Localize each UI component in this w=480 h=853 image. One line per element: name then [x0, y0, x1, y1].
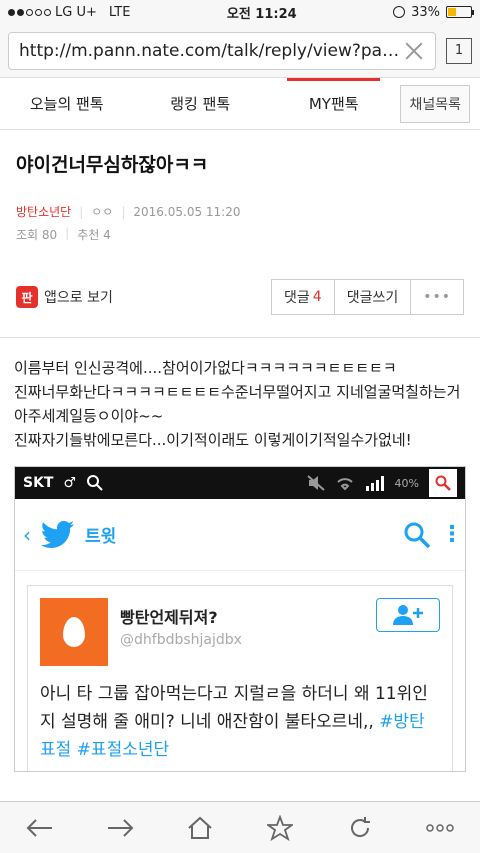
signal-dots-icon	[8, 8, 51, 16]
nav-today-fantalk[interactable]: 오늘의 팬톡	[0, 78, 133, 129]
comment-button-group: 댓글 4 댓글쓰기 •••	[271, 279, 464, 315]
home-icon[interactable]	[180, 808, 220, 848]
clock: 오전 11:24	[226, 6, 297, 22]
inner-battery: 40%	[394, 476, 419, 490]
url-text[interactable]: http://m.pann.nate.com/talk/reply/view?p…	[19, 41, 403, 61]
post-body: 이름부터 인신공격에....참어이가없다ㅋㅋㅋㅋㅋㅋㅌㅌㅌㅌㅋ 진짜너무화난다ㅋ…	[0, 356, 480, 452]
refresh-icon[interactable]	[340, 808, 380, 848]
nav-label: MY팬톡	[308, 95, 359, 113]
pann-app-icon: 판	[16, 286, 38, 308]
post-author: ㅇㅇ	[91, 205, 114, 219]
divider	[0, 337, 480, 338]
tweet-display-name: 빵탄언제뒤져?	[120, 608, 218, 627]
article-header: 야이건너무심하잖아ㅋㅋ 방탄소년단 | ㅇㅇ | 2016.05.05 11:2…	[0, 130, 480, 243]
tab-count: 1	[454, 43, 464, 58]
view-count: 조회 80	[16, 228, 58, 242]
main-nav: 오늘의 팬톡 랭킹 팬톡 MY팬톡 채널목록	[0, 78, 480, 130]
write-comment-button[interactable]: 댓글쓰기	[335, 280, 412, 314]
network-label: LTE	[108, 4, 131, 20]
inner-search-box	[429, 469, 457, 497]
channel-list-button[interactable]: 채널목록	[400, 84, 470, 123]
post-channel[interactable]: 방탄소년단	[16, 203, 71, 220]
post-title: 야이건너무심하잖아ㅋㅋ	[16, 154, 209, 176]
more-menu-icon[interactable]	[420, 808, 460, 848]
open-app-label: 앱으로 보기	[44, 290, 113, 306]
browser-bottom-toolbar	[0, 801, 480, 853]
browser-toolbar: http://m.pann.nate.com/talk/reply/view?p…	[0, 24, 480, 78]
rotation-lock-icon	[393, 6, 406, 18]
embedded-screenshot: SKT ♂ 40% ‹ 트윗 ⋮ 빵탄언제뒤져? @dhfbdbshjajdbx	[14, 466, 466, 772]
default-avatar-icon	[40, 598, 108, 666]
open-app-link[interactable]: 판 앱으로 보기	[16, 286, 113, 308]
post-date: 2016.05.05 11:20	[133, 204, 241, 219]
post-meta: 방탄소년단 | ㅇㅇ | 2016.05.05 11:20	[16, 203, 241, 220]
address-bar[interactable]: http://m.pann.nate.com/talk/reply/view?p…	[8, 31, 436, 70]
comments-count: 4	[312, 289, 322, 305]
tweet-user-names: 빵탄언제뒤져? @dhfbdbshjajdbx	[120, 598, 364, 648]
tweet-card: 빵탄언제뒤져? @dhfbdbshjajdbx 아니 타 그룹 잡아먹는다고 지…	[27, 585, 453, 771]
twitter-bird-icon	[41, 520, 74, 548]
comments-button[interactable]: 댓글 4	[272, 280, 335, 314]
nav-ranking-fantalk[interactable]: 랭킹 팬톡	[133, 78, 266, 129]
body-line: 진짜너무화난다ㅋㅋㅋㅋㅌㅌㅌㅌ수준너무떨어지고 지네얼굴먹칠하는거 아주세계일등…	[14, 383, 461, 425]
post-actions: 판 앱으로 보기 댓글 4 댓글쓰기 •••	[0, 277, 480, 317]
recommend-count: 추천 4	[77, 228, 111, 242]
male-symbol-icon: ♂	[63, 475, 77, 491]
comments-label: 댓글	[284, 290, 310, 306]
nav-my-fantalk[interactable]: MY팬톡	[267, 78, 400, 129]
nav-label: 오늘의 팬톡	[29, 95, 104, 113]
tabs-count-icon[interactable]: 1	[446, 37, 472, 64]
status-right: 33%	[393, 4, 474, 20]
clear-url-icon[interactable]	[403, 40, 425, 62]
back-arrow-icon[interactable]	[20, 808, 60, 848]
battery-icon	[445, 6, 474, 18]
tweet-header-title: 트윗	[85, 527, 117, 547]
body-line: 진짜자기들밖에모른다...이기적이래도 이렇게이기적일수가없네!	[14, 431, 412, 449]
inner-search-icon	[435, 475, 451, 491]
back-chevron-icon: ‹	[23, 522, 31, 547]
wifi-icon	[336, 478, 353, 491]
body-line: 이름부터 인신공격에....참어이가없다ㅋㅋㅋㅋㅋㅋㅌㅌㅌㅌㅋ	[14, 359, 397, 377]
inner-status-bar: SKT ♂ 40%	[15, 467, 465, 499]
tweet-handle: @dhfbdbshjajdbx	[120, 632, 242, 648]
carrier-label: LG U+	[55, 4, 97, 20]
inner-search-small-icon	[87, 475, 103, 491]
kebab-menu-icon: ⋮	[441, 521, 463, 547]
hashtag: #표절소년단	[76, 740, 170, 760]
bookmark-star-icon[interactable]	[260, 808, 300, 848]
post-stats: 조회 80 | 추천 4	[16, 226, 111, 242]
inner-carrier: SKT	[23, 475, 54, 491]
follow-user-icon	[376, 598, 440, 632]
status-left: LG U+ LTE	[8, 5, 130, 20]
twitter-header: ‹ 트윗 ⋮	[15, 499, 465, 571]
signal-bars-icon	[365, 476, 384, 491]
twitter-search-icon	[404, 522, 431, 548]
more-options-button[interactable]: •••	[411, 280, 463, 314]
status-bar: LG U+ LTE 오전 11:24 33%	[0, 0, 480, 24]
tweet-text: 아니 타 그룹 잡아먹는다고 지럴ㄹ을 하더니 왜 11위인지 설명해 줄 애미…	[40, 680, 440, 764]
tweet-user-row: 빵탄언제뒤져? @dhfbdbshjajdbx	[40, 598, 440, 666]
forward-arrow-icon[interactable]	[100, 808, 140, 848]
nav-label: 랭킹 팬톡	[170, 95, 231, 113]
battery-percent: 33%	[411, 4, 440, 20]
mute-icon	[306, 475, 325, 491]
tweet-body: 아니 타 그룹 잡아먹는다고 지럴ㄹ을 하더니 왜 11위인지 설명해 줄 애미…	[40, 684, 428, 732]
